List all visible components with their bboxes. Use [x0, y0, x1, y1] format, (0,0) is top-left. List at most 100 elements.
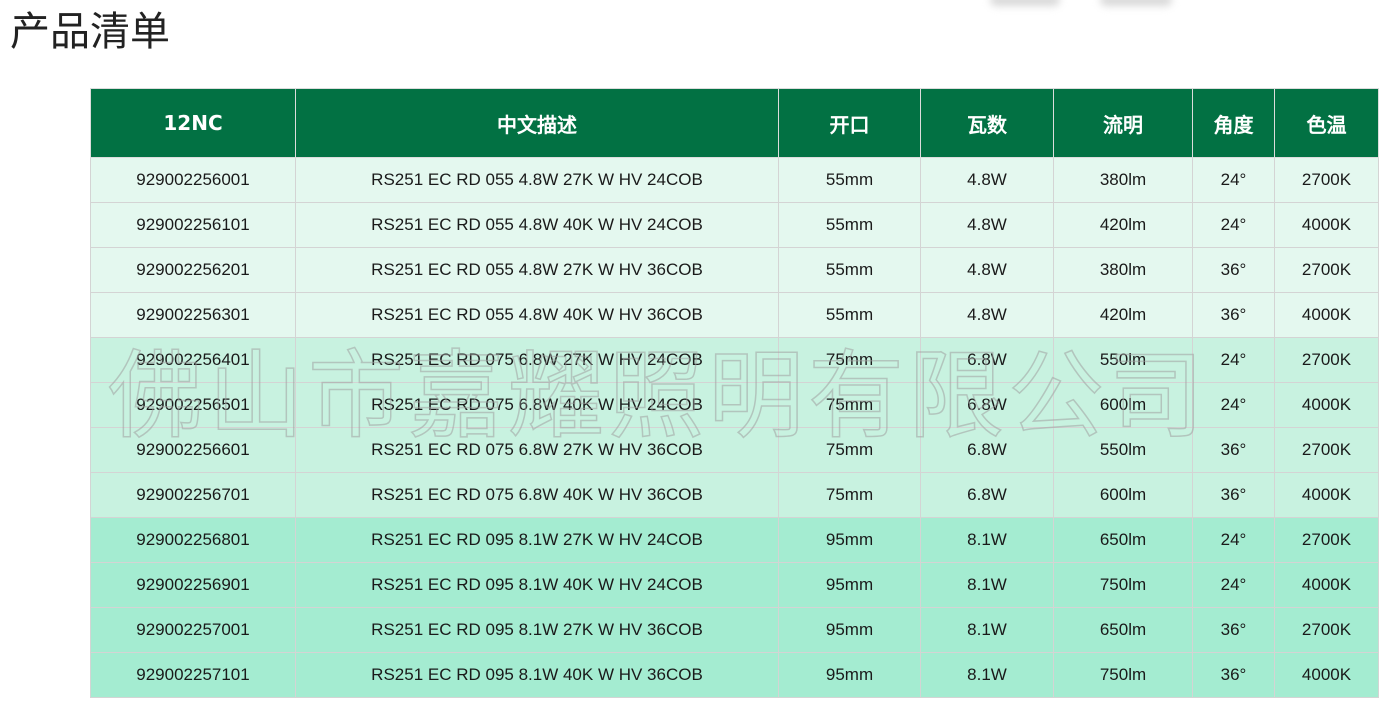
cell-12nc: 929002257001 — [90, 607, 296, 653]
cell-opening: 55mm — [778, 247, 921, 293]
cell-color-temp: 2700K — [1274, 517, 1379, 563]
cell-12nc: 929002256101 — [90, 202, 296, 248]
cell-description: RS251 EC RD 095 8.1W 27K W HV 36COB — [295, 607, 779, 653]
table-header-row: 12NC 中文描述 开口 瓦数 流明 角度 色温 — [90, 88, 1379, 158]
table-row: 929002256301 RS251 EC RD 055 4.8W 40K W H… — [90, 292, 1379, 338]
cell-angle: 36° — [1192, 652, 1275, 698]
cell-opening: 75mm — [778, 337, 921, 383]
cell-opening: 75mm — [778, 382, 921, 428]
table-row: 929002256401 RS251 EC RD 075 6.8W 27K W H… — [90, 337, 1379, 383]
cell-wattage: 6.8W — [920, 337, 1054, 383]
cell-lumens: 650lm — [1053, 517, 1193, 563]
cell-12nc: 929002256301 — [90, 292, 296, 338]
cell-wattage: 8.1W — [920, 652, 1054, 698]
cell-description: RS251 EC RD 075 6.8W 40K W HV 36COB — [295, 472, 779, 518]
cell-description: RS251 EC RD 055 4.8W 27K W HV 36COB — [295, 247, 779, 293]
cell-wattage: 6.8W — [920, 472, 1054, 518]
cell-12nc: 929002256601 — [90, 427, 296, 473]
top-decoration — [990, 0, 1060, 6]
cell-color-temp: 4000K — [1274, 202, 1379, 248]
cell-wattage: 4.8W — [920, 157, 1054, 203]
cell-wattage: 4.8W — [920, 202, 1054, 248]
cell-lumens: 550lm — [1053, 337, 1193, 383]
cell-angle: 36° — [1192, 472, 1275, 518]
cell-angle: 36° — [1192, 427, 1275, 473]
table-row: 929002256501 RS251 EC RD 075 6.8W 40K W H… — [90, 382, 1379, 428]
table-row: 929002256101 RS251 EC RD 055 4.8W 40K W H… — [90, 202, 1379, 248]
table-row: 929002257101 RS251 EC RD 095 8.1W 40K W H… — [90, 652, 1379, 698]
product-table: 12NC 中文描述 开口 瓦数 流明 角度 色温 929002256001 RS2… — [90, 88, 1379, 698]
cell-opening: 55mm — [778, 157, 921, 203]
cell-color-temp: 4000K — [1274, 652, 1379, 698]
cell-description: RS251 EC RD 055 4.8W 40K W HV 24COB — [295, 202, 779, 248]
cell-angle: 36° — [1192, 607, 1275, 653]
header-opening: 开口 — [778, 88, 921, 158]
table-row: 929002257001 RS251 EC RD 095 8.1W 27K W H… — [90, 607, 1379, 653]
cell-12nc: 929002257101 — [90, 652, 296, 698]
cell-color-temp: 2700K — [1274, 337, 1379, 383]
cell-description: RS251 EC RD 095 8.1W 27K W HV 24COB — [295, 517, 779, 563]
cell-lumens: 420lm — [1053, 202, 1193, 248]
cell-12nc: 929002256901 — [90, 562, 296, 608]
cell-angle: 24° — [1192, 562, 1275, 608]
cell-12nc: 929002256701 — [90, 472, 296, 518]
cell-12nc: 929002256201 — [90, 247, 296, 293]
cell-color-temp: 2700K — [1274, 607, 1379, 653]
cell-lumens: 600lm — [1053, 382, 1193, 428]
cell-wattage: 8.1W — [920, 562, 1054, 608]
cell-opening: 95mm — [778, 607, 921, 653]
cell-wattage: 6.8W — [920, 382, 1054, 428]
cell-lumens: 420lm — [1053, 292, 1193, 338]
table-row: 929002256901 RS251 EC RD 095 8.1W 40K W H… — [90, 562, 1379, 608]
cell-lumens: 380lm — [1053, 247, 1193, 293]
table-row: 929002256701 RS251 EC RD 075 6.8W 40K W H… — [90, 472, 1379, 518]
cell-opening: 95mm — [778, 517, 921, 563]
cell-angle: 24° — [1192, 157, 1275, 203]
cell-description: RS251 EC RD 055 4.8W 40K W HV 36COB — [295, 292, 779, 338]
cell-angle: 24° — [1192, 517, 1275, 563]
cell-angle: 36° — [1192, 292, 1275, 338]
cell-color-temp: 4000K — [1274, 382, 1379, 428]
cell-12nc: 929002256501 — [90, 382, 296, 428]
cell-description: RS251 EC RD 075 6.8W 27K W HV 24COB — [295, 337, 779, 383]
cell-color-temp: 2700K — [1274, 427, 1379, 473]
cell-opening: 95mm — [778, 562, 921, 608]
header-color-temp: 色温 — [1274, 88, 1379, 158]
header-wattage: 瓦数 — [920, 88, 1054, 158]
cell-12nc: 929002256401 — [90, 337, 296, 383]
cell-angle: 36° — [1192, 247, 1275, 293]
table-row: 929002256601 RS251 EC RD 075 6.8W 27K W H… — [90, 427, 1379, 473]
cell-opening: 75mm — [778, 427, 921, 473]
cell-color-temp: 2700K — [1274, 157, 1379, 203]
header-lumens: 流明 — [1053, 88, 1193, 158]
cell-lumens: 650lm — [1053, 607, 1193, 653]
cell-opening: 75mm — [778, 472, 921, 518]
cell-opening: 55mm — [778, 202, 921, 248]
cell-wattage: 8.1W — [920, 607, 1054, 653]
cell-lumens: 600lm — [1053, 472, 1193, 518]
cell-12nc: 929002256001 — [90, 157, 296, 203]
cell-lumens: 750lm — [1053, 562, 1193, 608]
cell-wattage: 4.8W — [920, 292, 1054, 338]
cell-angle: 24° — [1192, 202, 1275, 248]
cell-color-temp: 2700K — [1274, 247, 1379, 293]
cell-lumens: 550lm — [1053, 427, 1193, 473]
cell-lumens: 750lm — [1053, 652, 1193, 698]
cell-description: RS251 EC RD 075 6.8W 40K W HV 24COB — [295, 382, 779, 428]
table-row: 929002256801 RS251 EC RD 095 8.1W 27K W H… — [90, 517, 1379, 563]
cell-angle: 24° — [1192, 382, 1275, 428]
header-description: 中文描述 — [295, 88, 779, 158]
table-body: 929002256001 RS251 EC RD 055 4.8W 27K W H… — [90, 157, 1379, 698]
top-decoration — [1100, 0, 1172, 6]
table-row: 929002256001 RS251 EC RD 055 4.8W 27K W H… — [90, 157, 1379, 203]
cell-color-temp: 4000K — [1274, 472, 1379, 518]
cell-opening: 55mm — [778, 292, 921, 338]
cell-opening: 95mm — [778, 652, 921, 698]
header-12nc: 12NC — [90, 88, 296, 158]
cell-wattage: 6.8W — [920, 427, 1054, 473]
cell-color-temp: 4000K — [1274, 562, 1379, 608]
cell-wattage: 4.8W — [920, 247, 1054, 293]
cell-wattage: 8.1W — [920, 517, 1054, 563]
cell-description: RS251 EC RD 075 6.8W 27K W HV 36COB — [295, 427, 779, 473]
cell-description: RS251 EC RD 095 8.1W 40K W HV 36COB — [295, 652, 779, 698]
